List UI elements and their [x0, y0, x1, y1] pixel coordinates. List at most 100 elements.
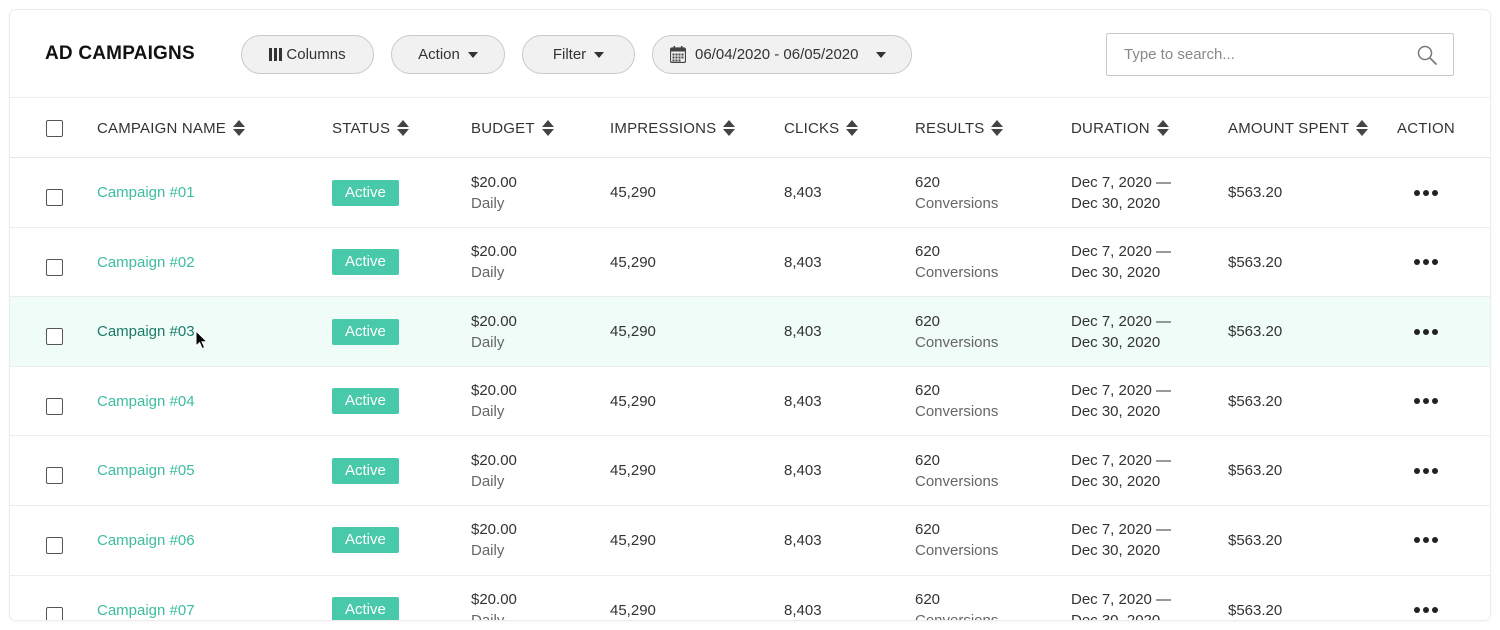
search-box	[1106, 33, 1454, 76]
duration-start: Dec 7, 2020 —	[1071, 312, 1172, 330]
row-checkbox[interactable]	[46, 397, 63, 415]
filter-dropdown-label: Filter	[552, 46, 587, 63]
more-options-icon[interactable]	[1414, 328, 1438, 335]
table-row[interactable]: Campaign #04 Active $20.00 Daily 45,290 …	[10, 366, 1490, 437]
impressions-value: 45,290	[610, 531, 656, 549]
column-header-budget[interactable]: BUDGET	[471, 98, 554, 158]
sort-icon[interactable]	[397, 120, 410, 136]
row-checkbox[interactable]	[46, 606, 63, 620]
select-all-checkbox[interactable]	[46, 120, 63, 137]
amount-spent-value: $563.20	[1228, 531, 1283, 549]
amount-spent-value: $563.20	[1228, 184, 1283, 201]
results-value: 620	[915, 451, 941, 469]
table-row[interactable]: Campaign #02 Active $20.00 Daily 45,290 …	[10, 227, 1490, 298]
sort-icon[interactable]	[723, 120, 736, 136]
clicks-value: 8,403	[784, 601, 822, 619]
table-row[interactable]: Campaign #06 Active $20.00 Daily 45,290 …	[10, 505, 1490, 576]
sort-icon[interactable]	[541, 120, 554, 136]
column-header-action: ACTION	[1397, 98, 1455, 158]
campaign-name-link[interactable]: Campaign #02	[97, 252, 195, 273]
clicks-value: 8,403	[784, 253, 822, 271]
sort-icon[interactable]	[1356, 120, 1369, 136]
results-type: Conversions	[915, 472, 999, 490]
more-options-icon[interactable]	[1414, 607, 1438, 614]
filter-dropdown[interactable]: Filter	[522, 35, 635, 74]
columns-button-label: Columns	[286, 46, 346, 63]
sort-icon[interactable]	[233, 120, 246, 136]
column-header-label: BUDGET	[471, 119, 535, 137]
amount-spent-value: $563.20	[1228, 462, 1283, 480]
clicks-value: 8,403	[784, 531, 822, 549]
duration-start: Dec 7, 2020 —	[1071, 382, 1172, 400]
clicks-value: 8,403	[784, 462, 822, 480]
budget-amount: $20.00	[471, 382, 517, 400]
duration-end: Dec 30, 2020	[1071, 333, 1161, 351]
duration-start: Dec 7, 2020 —	[1071, 243, 1172, 261]
duration-end: Dec 30, 2020	[1071, 610, 1171, 620]
impressions-value: 45,290	[610, 253, 656, 271]
column-header-campaign-name[interactable]: CAMPAIGN NAME	[97, 98, 246, 158]
search-input[interactable]	[1107, 34, 1407, 75]
row-checkbox[interactable]	[46, 189, 63, 206]
column-header-label: IMPRESSIONS	[610, 119, 717, 137]
budget-period: Daily	[471, 264, 505, 282]
duration-end: Dec 30, 2020	[1071, 403, 1161, 421]
duration-end: Dec 30, 2020	[1071, 542, 1161, 560]
results-value: 620	[915, 382, 941, 400]
more-options-icon[interactable]	[1414, 467, 1438, 474]
row-checkbox[interactable]	[46, 536, 63, 554]
column-header-label: CLICKS	[784, 119, 840, 137]
duration-start: Dec 7, 2020 —	[1071, 173, 1172, 191]
sort-icon[interactable]	[846, 120, 859, 136]
more-options-icon[interactable]	[1414, 189, 1438, 196]
table-row[interactable]: Campaign #07 Active $20.00 Daily 45,290 …	[10, 575, 1490, 620]
row-checkbox[interactable]	[46, 328, 63, 346]
status-badge: Active	[332, 597, 399, 620]
more-options-icon[interactable]	[1414, 537, 1438, 544]
sort-icon[interactable]	[1156, 120, 1169, 136]
status-badge: Active	[332, 318, 399, 345]
column-header-impressions[interactable]: IMPRESSIONS	[610, 98, 736, 158]
budget-amount: $20.00	[471, 173, 517, 191]
campaign-name-link[interactable]: Campaign #01	[97, 182, 195, 203]
columns-icon	[269, 48, 283, 61]
table-row[interactable]: Campaign #05 Active $20.00 Daily 45,290 …	[10, 436, 1490, 506]
column-header-amount-spent[interactable]: AMOUNT SPENT	[1228, 98, 1369, 158]
budget-amount: $20.00	[471, 451, 517, 469]
column-header-results[interactable]: RESULTS	[915, 98, 1004, 158]
row-checkbox[interactable]	[46, 258, 63, 276]
results-value: 620	[915, 243, 941, 261]
results-value: 620	[915, 591, 941, 609]
more-options-icon[interactable]	[1414, 398, 1438, 405]
column-header-clicks[interactable]: CLICKS	[784, 98, 859, 158]
status-badge: Active	[332, 527, 399, 554]
column-header-duration[interactable]: DURATION	[1071, 98, 1169, 158]
clicks-value: 8,403	[784, 184, 822, 201]
columns-button[interactable]: Columns	[241, 35, 374, 74]
campaign-name-link[interactable]: Campaign #05	[97, 460, 195, 481]
action-dropdown[interactable]: Action	[391, 35, 505, 74]
campaign-name-link[interactable]: Campaign #06	[97, 530, 195, 551]
results-value: 620	[915, 312, 941, 330]
campaign-name-link[interactable]: Campaign #07	[97, 600, 195, 620]
more-options-icon[interactable]	[1414, 259, 1438, 266]
table-row[interactable]: Campaign #03 Active $20.00 Daily 45,290 …	[10, 297, 1490, 367]
clicks-value: 8,403	[784, 392, 822, 410]
campaign-name-link[interactable]: Campaign #03	[97, 321, 195, 342]
sort-icon[interactable]	[991, 120, 1004, 136]
column-header-status[interactable]: STATUS	[332, 98, 410, 158]
impressions-value: 45,290	[610, 601, 656, 619]
duration-end: Dec 30, 2020	[1071, 264, 1161, 282]
date-range-picker[interactable]: 06/04/2020 - 06/05/2020	[652, 35, 912, 74]
budget-amount: $20.00	[471, 591, 517, 609]
status-badge: Active	[332, 388, 399, 415]
row-checkbox[interactable]	[46, 467, 63, 485]
toolbar: AD CAMPAIGNS Columns Action Filter 06/04…	[10, 10, 1490, 97]
column-header-label: RESULTS	[915, 119, 985, 137]
column-header-label: STATUS	[332, 119, 391, 137]
status-badge: Active	[332, 179, 399, 206]
table-row[interactable]: Campaign #01 Active $20.00 Daily 45,290 …	[10, 158, 1490, 228]
search-icon[interactable]	[1417, 45, 1437, 65]
column-header-label: AMOUNT SPENT	[1228, 119, 1350, 137]
campaign-name-link[interactable]: Campaign #04	[97, 391, 195, 412]
